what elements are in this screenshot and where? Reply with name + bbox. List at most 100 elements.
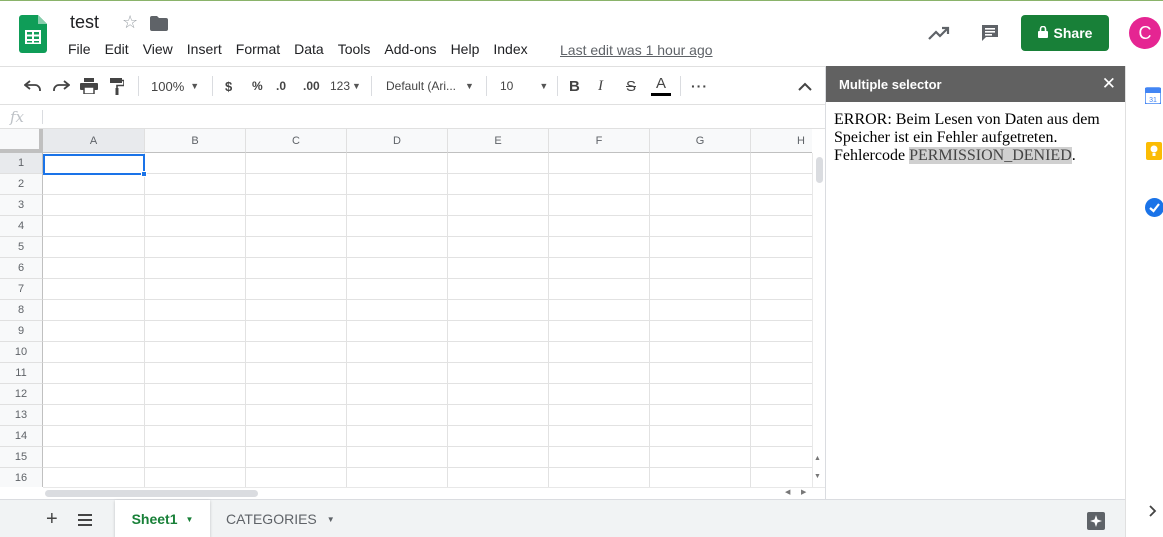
star-icon[interactable]: ☆	[122, 12, 138, 33]
scroll-up-icon[interactable]: ▲	[814, 455, 821, 462]
sheets-logo-icon[interactable]	[19, 15, 47, 58]
menu-edit[interactable]: Edit	[105, 41, 129, 57]
percent-format-button[interactable]: %	[252, 67, 263, 105]
grid-line	[43, 299, 812, 300]
collapse-toolbar-icon[interactable]	[798, 67, 812, 105]
grid-line	[43, 257, 812, 258]
menu-view[interactable]: View	[143, 41, 173, 57]
row-header[interactable]: 7	[0, 279, 43, 300]
menu-insert[interactable]: Insert	[187, 41, 222, 57]
row-header[interactable]: 8	[0, 300, 43, 321]
sidebar-panel: Multiple selector ✕ ERROR: Beim Lesen vo…	[825, 66, 1126, 499]
paint-format-icon[interactable]	[110, 67, 124, 105]
menu-tools[interactable]: Tools	[338, 41, 371, 57]
horizontal-scroll-thumb[interactable]	[45, 490, 258, 497]
column-header[interactable]: E	[448, 129, 549, 153]
row-header[interactable]: 3	[0, 195, 43, 216]
sheet-tab-sheet1[interactable]: Sheet1 ▼	[115, 500, 210, 537]
redo-icon[interactable]	[52, 67, 70, 105]
row-header[interactable]: 14	[0, 426, 43, 447]
menu-addons[interactable]: Add-ons	[384, 41, 436, 57]
column-header[interactable]: F	[549, 129, 650, 153]
avatar[interactable]: C	[1129, 17, 1161, 49]
row-header[interactable]: 11	[0, 363, 43, 384]
row-header[interactable]: 6	[0, 258, 43, 279]
share-button[interactable]: Share	[1021, 15, 1109, 51]
chevron-down-icon[interactable]: ▼	[186, 515, 194, 524]
panel-title: Multiple selector	[839, 76, 942, 92]
error-code: PERMISSION_DENIED	[909, 147, 1072, 164]
keep-icon[interactable]	[1146, 142, 1162, 165]
chevron-down-icon: ▼	[539, 81, 549, 91]
menu-data[interactable]: Data	[294, 41, 324, 57]
vertical-scroll-thumb[interactable]	[816, 157, 823, 183]
text-color-label: A	[655, 74, 666, 92]
menu-format[interactable]: Format	[236, 41, 280, 57]
column-header[interactable]: C	[246, 129, 347, 153]
decrease-decimal-button[interactable]: .0	[276, 67, 286, 105]
calendar-icon[interactable]: 31	[1144, 86, 1162, 109]
last-edit-link[interactable]: Last edit was 1 hour ago	[560, 42, 713, 58]
italic-button[interactable]: I	[598, 67, 603, 105]
row-header[interactable]: 4	[0, 216, 43, 237]
scroll-left-icon[interactable]: ◀	[785, 488, 790, 496]
increase-decimal-button[interactable]: .00	[303, 67, 320, 105]
side-rail: 31	[1125, 66, 1163, 537]
row-header[interactable]: 12	[0, 384, 43, 405]
column-header[interactable]: D	[347, 129, 448, 153]
row-header[interactable]: 5	[0, 237, 43, 258]
row-header[interactable]: 9	[0, 321, 43, 342]
all-sheets-icon[interactable]	[78, 513, 92, 531]
document-title[interactable]: test	[70, 12, 99, 33]
fill-handle[interactable]	[141, 171, 147, 177]
scroll-down-icon[interactable]: ▼	[814, 473, 821, 480]
row-header[interactable]: 13	[0, 405, 43, 426]
column-header[interactable]: A	[43, 129, 145, 153]
more-formats-select[interactable]: 123 ▼	[330, 67, 361, 105]
strikethrough-button[interactable]: S	[626, 67, 636, 105]
column-header[interactable]: H	[751, 129, 812, 153]
sheet-tab-categories[interactable]: CATEGORIES ▼	[226, 500, 335, 537]
font-family-value: Default (Ari...	[386, 79, 457, 93]
menu-file[interactable]: File	[68, 41, 91, 57]
trending-icon[interactable]	[928, 25, 950, 46]
spreadsheet-grid[interactable]: A B C D E F G H 1 2 3 4 5 6 7 8 9 10 11 …	[0, 129, 812, 487]
active-cell[interactable]	[43, 154, 145, 175]
bold-button[interactable]: B	[569, 67, 580, 105]
horizontal-scrollbar[interactable]: ◀ ▶	[43, 487, 825, 499]
grid-line	[43, 236, 812, 237]
row-header[interactable]: 15	[0, 447, 43, 468]
select-all-corner[interactable]	[0, 129, 43, 153]
share-label: Share	[1053, 25, 1093, 41]
more-options-icon[interactable]: ···	[691, 67, 708, 105]
chevron-down-icon[interactable]: ▼	[327, 515, 335, 524]
undo-icon[interactable]	[24, 67, 42, 105]
folder-icon[interactable]	[150, 16, 168, 36]
row-header[interactable]: 10	[0, 342, 43, 363]
menu-index[interactable]: Index	[493, 41, 527, 57]
grid-line	[43, 341, 812, 342]
grid-line	[43, 425, 812, 426]
row-header[interactable]: 2	[0, 174, 43, 195]
currency-format-button[interactable]: $	[225, 67, 232, 105]
text-color-button[interactable]: A	[651, 67, 671, 105]
column-header[interactable]: B	[145, 129, 246, 153]
scroll-right-icon[interactable]: ▶	[801, 488, 806, 496]
explore-icon[interactable]	[1087, 512, 1105, 535]
print-icon[interactable]	[80, 67, 98, 105]
zoom-select[interactable]: 100% ▼	[151, 67, 199, 105]
column-header[interactable]: G	[650, 129, 751, 153]
menu-help[interactable]: Help	[451, 41, 480, 57]
tasks-icon[interactable]	[1145, 198, 1163, 222]
row-header[interactable]: 1	[0, 153, 43, 174]
grid-line	[43, 173, 812, 174]
vertical-scrollbar[interactable]: ▲ ▼	[812, 153, 825, 487]
comments-icon[interactable]	[980, 23, 1000, 48]
formula-input[interactable]	[44, 105, 824, 128]
font-family-select[interactable]: Default (Ari... ▼	[386, 67, 474, 105]
close-icon[interactable]: ✕	[1102, 74, 1116, 94]
expand-panel-icon[interactable]	[1149, 504, 1157, 522]
font-size-select[interactable]: 10 ▼	[500, 67, 548, 105]
row-header[interactable]: 16	[0, 468, 43, 487]
add-sheet-icon[interactable]: +	[46, 508, 58, 531]
